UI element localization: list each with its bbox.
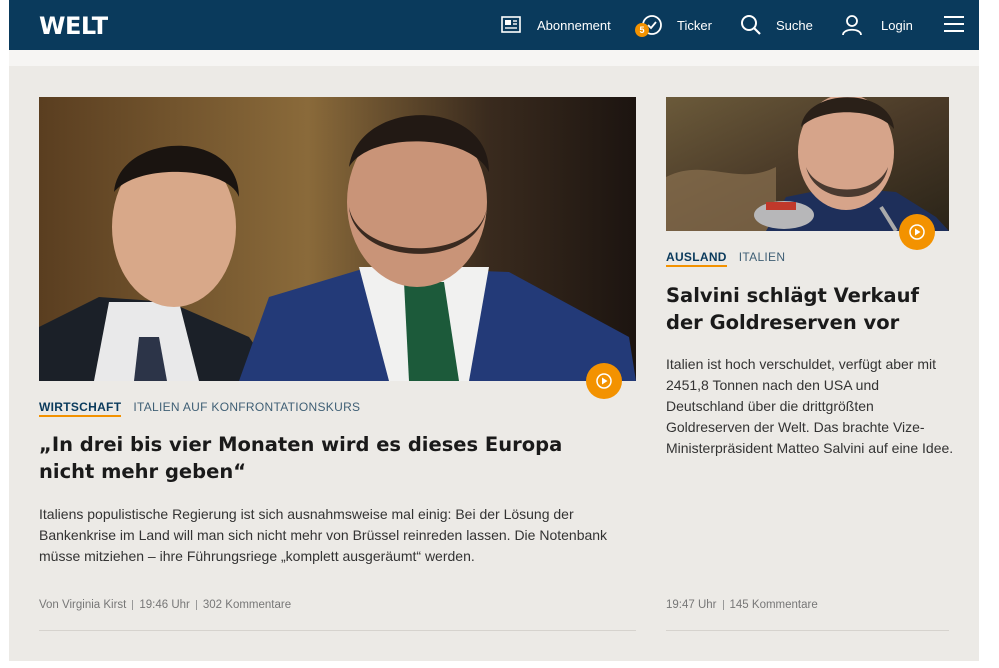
play-icon [909,224,925,240]
header-spacer [9,50,979,66]
site-header: WELT Abonnement 5 Ticker Suche Login [9,0,979,50]
author-link[interactable]: Von Virginia Kirst [39,599,126,611]
article-meta: 19:47 Uhr 145 Kommentare [666,599,818,611]
article-image-salvini[interactable] [666,97,949,231]
photo-di-maio-salvini [39,97,636,381]
photo-salvini-press [666,97,949,231]
divider [666,630,949,631]
video-play-button[interactable] [586,363,622,399]
search-icon [741,15,761,35]
nav-login-label: Login [881,17,913,33]
subtopic-link[interactable]: ITALIEN AUF KONFRONTATIONSKURS [133,400,360,414]
video-play-button[interactable] [899,214,935,250]
topic-link[interactable]: AUSLAND [666,250,727,267]
menu-hamburger-icon[interactable] [944,16,964,34]
play-icon [596,373,612,389]
article-image-lead[interactable] [39,97,636,381]
ticker-badge: 5 [635,23,649,37]
article-tagline: WIRTSCHAFT ITALIEN AUF KONFRONTATIONSKURS [39,400,360,417]
nav-ticker-label: Ticker [677,17,712,33]
article-headline[interactable]: „In drei bis vier Monaten wird es dieses… [39,431,619,485]
nav-ticker[interactable]: 5 Ticker [635,0,712,50]
article-time: 19:47 Uhr [666,599,717,611]
article-tagline: AUSLAND ITALIEN [666,250,786,267]
teaser-section: WIRTSCHAFT ITALIEN AUF KONFRONTATIONSKURS… [9,66,979,661]
comments-link[interactable]: 302 Kommentare [203,599,291,611]
article-meta: Von Virginia Kirst 19:46 Uhr 302 Kommentar… [39,599,291,611]
user-icon [842,15,862,36]
nav-search[interactable]: Suche [740,0,813,50]
nav-abonnement-label: Abonnement [537,17,611,33]
article-teaser: Italiens populistische Regierung ist sic… [39,506,608,564]
newspaper-icon [501,16,521,33]
comments-link[interactable]: 145 Kommentare [730,599,818,611]
article-headline[interactable]: Salvini schlägt Verkauf der Goldreserven… [666,282,956,336]
article-teaser: Italien ist hoch verschuldet, verfügt ab… [666,356,954,456]
article-time: 19:46 Uhr [139,599,190,611]
welt-logo[interactable]: WELT [39,12,108,40]
nav-search-label: Suche [776,17,813,33]
nav-abonnement[interactable]: Abonnement [501,0,611,50]
nav-login[interactable]: Login [841,0,913,50]
topic-link[interactable]: WIRTSCHAFT [39,400,122,417]
subtopic-link[interactable]: ITALIEN [739,250,786,264]
divider [39,630,636,631]
